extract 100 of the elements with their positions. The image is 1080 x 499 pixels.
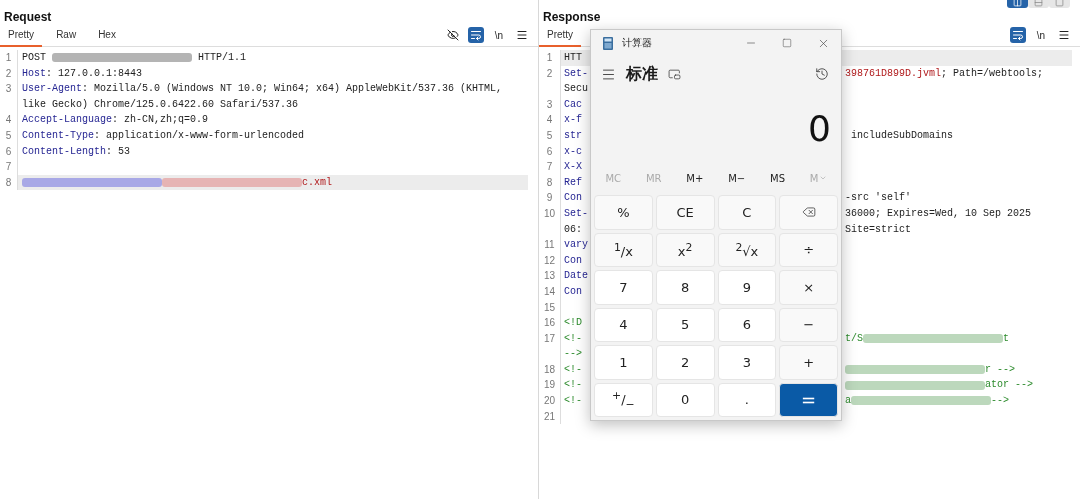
operator-button[interactable]: C [717, 195, 777, 230]
memory-button[interactable]: M− [724, 170, 750, 186]
view-tab[interactable]: Pretty [0, 23, 43, 47]
header-name: X-X [564, 160, 582, 175]
history-icon[interactable] [815, 67, 829, 81]
digit-button[interactable]: 3 [717, 345, 777, 380]
code-text: : zh-CN,zh;q=0.9 [112, 113, 209, 128]
code-text: HTT [564, 51, 582, 65]
header-name: Con [564, 191, 582, 206]
header-name: Con [564, 284, 582, 299]
display-value: 0 [807, 106, 832, 151]
mode-title: 标准 [626, 63, 658, 85]
code-text: HTTP/1.1 [197, 51, 247, 65]
header-name: Date [564, 269, 588, 284]
memory-button[interactable]: M+ [682, 170, 708, 186]
window-title: 计算器 [622, 36, 653, 50]
code-comment: <!D [564, 316, 582, 331]
header-name: Host [22, 66, 46, 81]
operator-button[interactable]: + [779, 345, 838, 380]
code-text: includeSubDomains [850, 128, 954, 143]
digit-button[interactable]: 2 [655, 345, 715, 380]
code-text: 06: [564, 222, 582, 237]
header-name: Ref [564, 175, 582, 190]
code-text: Secu [564, 82, 588, 97]
code-comment: r --> [985, 362, 1015, 377]
backspace-icon [801, 205, 816, 220]
view-tab[interactable]: Pretty [539, 23, 582, 47]
operator-button[interactable]: − [779, 307, 838, 342]
code-comment: a [845, 394, 851, 409]
operator-button[interactable]: $^{2}$√x [717, 232, 777, 267]
digit-button[interactable]: 0 [655, 382, 715, 417]
operator-button[interactable]: CE [655, 195, 715, 230]
code-comment: <!- [564, 378, 582, 393]
operator-button[interactable]: x$^{2}$ [655, 232, 715, 267]
menu-icon[interactable] [601, 66, 616, 82]
code-text: : Mozilla/5.0 (Windows NT 10.0; Win64; x64) AppleWebKit/537.36 (KHTML, [82, 82, 503, 97]
code-text: 398761D899D.jvml [845, 66, 941, 81]
hide-button[interactable] [445, 27, 461, 43]
header-name: x-c [564, 144, 582, 159]
header-name: Cac [564, 97, 582, 112]
code-comment: t/S [845, 331, 863, 346]
header-name: vary [564, 238, 588, 253]
code-text: POST [22, 51, 47, 65]
wrap-lines-button[interactable] [468, 27, 484, 43]
digit-button[interactable]: $^{+}$/$_{−}$ [594, 382, 653, 417]
header-name: Set- [564, 206, 588, 221]
digit-button[interactable]: . [717, 382, 777, 417]
digit-button[interactable]: 1 [594, 345, 653, 380]
code-text: like Gecko) Chrome/125.0.6422.60 Safari/537.36 [22, 97, 299, 112]
line-number: 1 [539, 50, 561, 66]
eye-off-icon [447, 29, 459, 41]
code-text: : 53 [106, 144, 131, 159]
equals-button[interactable]: = [779, 382, 838, 417]
digit-button[interactable]: 9 [717, 270, 777, 305]
code-comment: --> [564, 347, 582, 362]
code-text: 36000; Expires=Wed, 10 Sep 2025 [845, 206, 1032, 221]
digit-button[interactable]: 5 [655, 307, 715, 342]
maximize-icon[interactable] [782, 38, 792, 48]
code-text: : application/x-www-form-urlencoded [94, 128, 305, 143]
digit-button[interactable]: 8 [655, 270, 715, 305]
header-name: Accept-Language [22, 113, 112, 128]
calculator-app-icon [603, 36, 613, 50]
operator-button[interactable]: × [779, 270, 838, 305]
code-text: ; Path=/webtools; [941, 66, 1044, 81]
header-name: User-Agent [22, 82, 82, 97]
code-comment: <!- [564, 394, 582, 409]
digit-button[interactable]: 4 [594, 307, 653, 342]
newline-toggle[interactable]: \n [1033, 27, 1049, 43]
header-name: Content-Type [22, 128, 94, 143]
menu-icon [1058, 29, 1070, 41]
panel-title: Response [543, 10, 601, 24]
header-name: x-f [564, 113, 582, 128]
code-comment: --> [991, 394, 1010, 409]
wrap-icon [1012, 29, 1024, 41]
code-text: c.xml [302, 175, 332, 190]
code-text: -src 'self' [845, 191, 911, 206]
menu-icon [516, 29, 528, 41]
operator-button[interactable]: ÷ [779, 232, 838, 267]
panel-title: Request [4, 10, 52, 24]
operator-button[interactable]: $^{1}$/x [594, 232, 653, 267]
wrap-icon [470, 29, 482, 41]
code-comment: <!- [564, 362, 582, 377]
view-tab[interactable]: Hex [90, 23, 124, 47]
wrap-lines-button[interactable] [1010, 27, 1026, 43]
code-comment: <!- [564, 331, 582, 346]
keep-on-top-icon[interactable] [668, 67, 681, 81]
code-comment: ator --> [985, 378, 1033, 393]
header-name: Set- [564, 66, 588, 81]
code-comment: t [1003, 331, 1010, 346]
code-text: Site=strict [845, 222, 911, 237]
newline-toggle[interactable]: \n [491, 27, 507, 43]
digit-button[interactable]: 7 [594, 270, 653, 305]
digit-button[interactable]: 6 [717, 307, 777, 342]
header-name: Con [564, 253, 582, 268]
memory-button[interactable]: MS [766, 170, 789, 186]
rows-icon [1034, 0, 1043, 7]
chevron-icon [818, 174, 827, 182]
header-name: Content-Length [22, 144, 106, 159]
operator-button[interactable]: % [594, 195, 653, 230]
view-tab[interactable]: Raw [48, 23, 85, 47]
